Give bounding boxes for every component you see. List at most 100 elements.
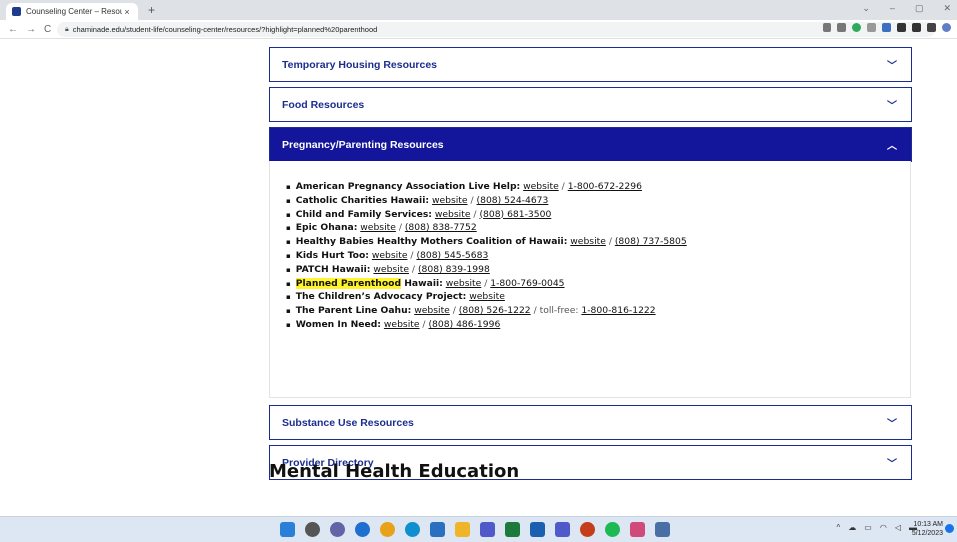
browser-tab-strip: Counseling Center – Resources – × + ⌄ – … [0,0,957,20]
list-item: Catholic Charities Hawaii: website / (80… [286,194,687,208]
profile-avatar[interactable] [942,23,951,32]
list-item: The Children’s Advocacy Project: website [286,290,687,304]
chat-icon[interactable] [330,522,345,537]
volume-icon[interactable]: ◁ [895,523,901,532]
website-link[interactable]: website [469,291,505,302]
search-icon[interactable] [305,522,320,537]
list-item: Child and Family Services: website / (80… [286,208,687,222]
chevron-down-icon[interactable]: ﹀ [885,97,899,112]
chrome-icon[interactable] [380,522,395,537]
extension-gray-icon[interactable] [867,23,876,32]
teams-icon[interactable] [555,522,570,537]
list-item: Kids Hurt Too: website / (808) 545-5683 [286,249,687,263]
app-icon[interactable] [630,522,645,537]
new-tab-button[interactable]: + [148,3,155,17]
reload-icon[interactable]: C [44,24,51,35]
app-icon[interactable] [430,522,445,537]
clock-date: 5/12/2023 [911,530,943,537]
calculator-icon[interactable] [655,522,670,537]
phone-link[interactable]: (808) 737-5805 [615,236,687,247]
windows-start-icon[interactable] [280,522,295,537]
notification-icon[interactable] [945,524,954,533]
chevron-down-icon[interactable]: ﹀ [885,57,899,72]
extension-green-icon[interactable] [852,23,861,32]
accordion-title[interactable]: Substance Use Resources [282,417,414,429]
website-link[interactable]: website [523,181,559,192]
phone-link[interactable]: (808) 545-5683 [416,250,488,261]
clock[interactable]: 10:13 AM 5/12/2023 [912,520,943,538]
website-link[interactable]: website [372,250,408,261]
extension-blue-icon[interactable] [882,23,891,32]
list-item: American Pregnancy Association Live Help… [286,180,687,194]
word-icon[interactable] [530,522,545,537]
bookmark-star-icon[interactable] [837,23,846,32]
website-link[interactable]: website [414,305,450,316]
toll-free-link[interactable]: 1-800-816-1222 [581,305,655,316]
chevron-down-icon[interactable]: ﹀ [885,455,899,470]
phone-link[interactable]: (808) 838-7752 [405,222,477,233]
app-icon[interactable] [355,522,370,537]
website-link[interactable]: website [373,264,409,275]
list-item: PATCH Hawaii: website / (808) 839-1998 [286,263,687,277]
wifi-icon[interactable]: ◠ [880,523,887,532]
website-link[interactable]: website [384,319,420,330]
browser-tab[interactable]: Counseling Center – Resources – × [6,3,138,20]
accordion-title[interactable]: Pregnancy/Parenting Resources [282,139,444,151]
list-item: Epic Ohana: website / (808) 838-7752 [286,221,687,235]
accordion-substance-use[interactable]: Substance Use Resources ﹀ [269,405,912,440]
list-item: Women In Need: website / (808) 486-1996 [286,318,687,332]
accordion-temporary-housing[interactable]: Temporary Housing Resources ﹀ [269,47,912,82]
accordion-pregnancy-parenting[interactable]: Pregnancy/Parenting Resources ︿ [269,127,912,162]
taskbar-apps [280,522,670,537]
excel-icon[interactable] [505,522,520,537]
forward-icon[interactable]: → [26,24,36,35]
powerpoint-icon[interactable] [580,522,595,537]
restore-icon[interactable]: ▢ [915,3,924,14]
window-controls: ⌄ – ▢ ✕ [862,3,951,14]
address-bar[interactable]: 🔒︎ chaminade.edu/student-life/counseling… [57,22,935,37]
phone-link[interactable]: 1-800-769-0045 [490,278,564,289]
share-icon[interactable] [823,23,831,32]
website-link[interactable]: website [435,209,471,220]
chevron-up-icon[interactable]: ︿ [885,137,899,152]
chevron-down-icon[interactable]: ﹀ [885,415,899,430]
browser-toolbar: ← → C 🔒︎ chaminade.edu/student-life/coun… [0,20,957,39]
website-link[interactable]: website [360,222,396,233]
website-link[interactable]: website [570,236,606,247]
extensions-area [823,23,951,32]
phone-link[interactable]: (808) 681-3500 [479,209,551,220]
site-favicon-icon [12,7,21,16]
address-text[interactable]: chaminade.edu/student-life/counseling-ce… [73,25,378,34]
chevron-up-icon[interactable]: ^ [837,523,841,532]
minimize-icon[interactable]: – [890,3,895,14]
lock-icon[interactable]: 🔒︎ [65,26,69,34]
phone-link[interactable]: (808) 486-1996 [428,319,500,330]
phone-link[interactable]: (808) 839-1998 [418,264,490,275]
accordion-food[interactable]: Food Resources ﹀ [269,87,912,122]
side-panel-icon[interactable] [927,23,936,32]
file-explorer-icon[interactable] [455,522,470,537]
back-icon[interactable]: ← [8,24,18,35]
phone-link[interactable]: (808) 524-4673 [477,195,549,206]
windows-taskbar: ^ ☁ ▭ ◠ ◁ ▬ 10:13 AM 5/12/2023 [0,516,957,542]
phone-link[interactable]: (808) 526-1222 [459,305,531,316]
tab-close-icon[interactable]: × [122,7,132,17]
accordion-title[interactable]: Food Resources [282,99,364,111]
pregnancy-resources-panel: American Pregnancy Association Live Help… [269,161,911,398]
tab-search-icon[interactable]: ⌄ [862,3,870,14]
list-item: The Parent Line Oahu: website / (808) 52… [286,304,687,318]
extensions-puzzle-icon[interactable] [912,23,921,32]
edge-icon[interactable] [405,522,420,537]
close-window-icon[interactable]: ✕ [943,3,951,14]
onedrive-icon[interactable]: ☁ [848,523,856,532]
teams-icon[interactable] [480,522,495,537]
accordion-title[interactable]: Temporary Housing Resources [282,59,437,71]
phone-link[interactable]: 1-800-672-2296 [568,181,642,192]
website-link[interactable]: website [446,278,482,289]
extension-dark-icon[interactable] [897,23,906,32]
website-link[interactable]: website [432,195,468,206]
list-item: Planned Parenthood Hawaii: website / 1-8… [286,277,687,291]
spotify-icon[interactable] [605,522,620,537]
display-icon[interactable]: ▭ [864,523,872,532]
search-highlight: Planned Parenthood [295,277,402,289]
